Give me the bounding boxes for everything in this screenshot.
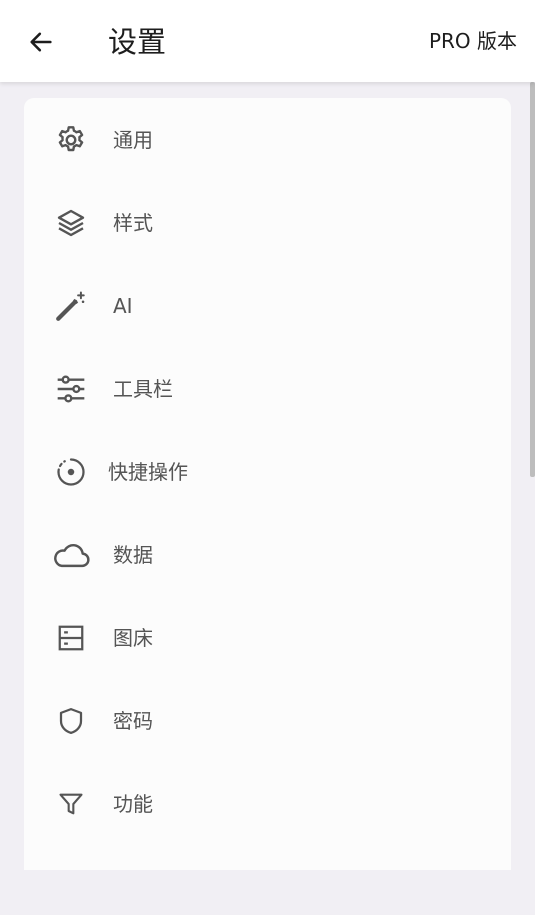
sliders-icon [52, 374, 90, 404]
settings-item-features[interactable]: 功能 [24, 774, 511, 834]
pro-version-button[interactable]: PRO 版本 [429, 27, 517, 55]
settings-item-style[interactable]: 样式 [24, 193, 511, 253]
page-title: 设置 [108, 25, 167, 59]
magic-wand-icon [52, 291, 90, 321]
back-button[interactable] [20, 21, 62, 63]
settings-item-label: 快捷操作 [108, 460, 188, 484]
settings-item-label: 密码 [113, 709, 153, 733]
settings-item-general[interactable]: 通用 [24, 110, 511, 170]
settings-card: 通用 样式 AI 工具栏 快捷操作 数据 图床 密码 功能 [24, 98, 511, 870]
scrollbar[interactable] [530, 82, 535, 477]
filter-icon [52, 789, 90, 819]
shield-icon [52, 706, 90, 736]
settings-item-image-host[interactable]: 图床 [24, 608, 511, 668]
settings-item-label: 通用 [113, 128, 153, 152]
server-icon [52, 623, 90, 653]
layers-icon [52, 208, 90, 238]
settings-item-label: 样式 [113, 211, 153, 235]
gear-icon [52, 125, 90, 155]
settings-item-toolbar[interactable]: 工具栏 [24, 359, 511, 419]
settings-item-ai[interactable]: AI [24, 276, 511, 336]
settings-item-password[interactable]: 密码 [24, 691, 511, 751]
settings-item-label: 工具栏 [113, 377, 173, 401]
arrow-left-icon [30, 32, 52, 52]
settings-item-quick-actions[interactable]: 快捷操作 [24, 442, 511, 502]
target-icon [52, 457, 90, 487]
cloud-icon [52, 540, 90, 570]
settings-item-label: 功能 [113, 792, 153, 816]
settings-item-label: AI [113, 294, 133, 318]
settings-item-label: 图床 [113, 626, 153, 650]
app-bar: 设置 PRO 版本 [0, 0, 535, 82]
settings-item-data[interactable]: 数据 [24, 525, 511, 585]
settings-item-label: 数据 [113, 543, 153, 567]
